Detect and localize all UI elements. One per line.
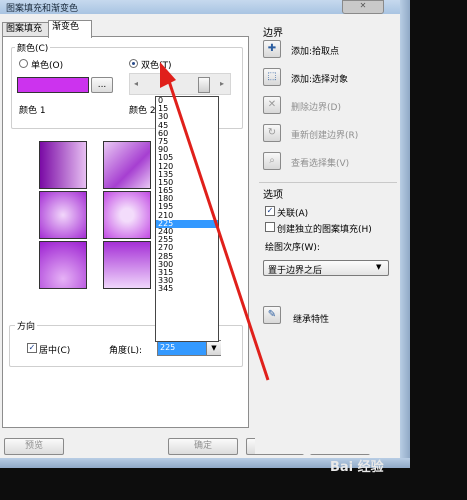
tab-gradient[interactable]: 渐变色 xyxy=(48,20,92,38)
baidu-watermark: Bai 经验 xyxy=(330,460,384,475)
hatch-gradient-dialog: 图案填充和渐变色 ✕ 图案填充 渐变色 颜色(C) 单色(O) 双色(T) ..… xyxy=(0,0,410,468)
annotation-arrow-head xyxy=(160,62,176,88)
annotation-arrow-line xyxy=(164,71,270,381)
annotation-arrow xyxy=(160,62,270,381)
